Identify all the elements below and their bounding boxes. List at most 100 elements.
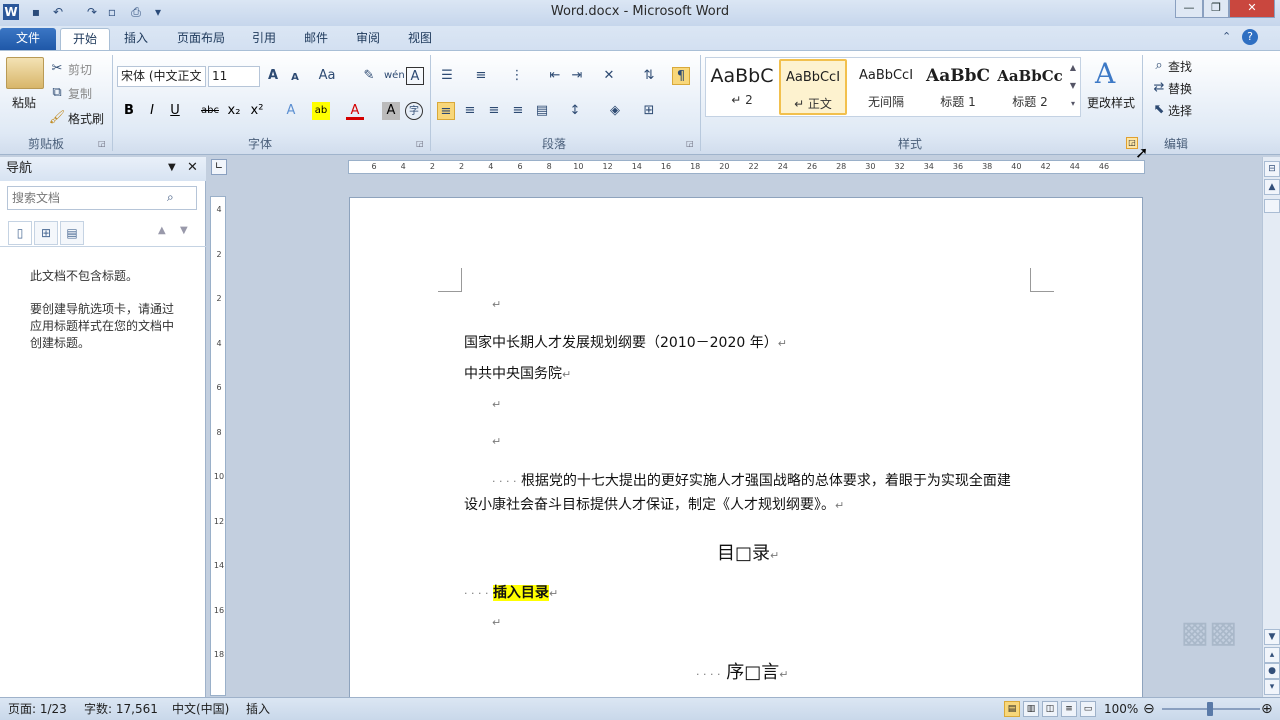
bullets-icon[interactable]: ☰	[438, 67, 456, 85]
distributed-icon[interactable]: ▤	[533, 102, 551, 120]
cut-button[interactable]: 剪切	[68, 61, 92, 78]
increase-indent-icon[interactable]: ⇥	[568, 67, 586, 85]
styles-scroll-icon[interactable]: ▲ ▼ ▾	[1067, 59, 1079, 115]
page-count[interactable]: 页面: 1/23	[8, 698, 67, 720]
zoom-level[interactable]: 100%	[1104, 698, 1138, 720]
tab-view[interactable]: 视图	[402, 28, 438, 50]
phonetic-guide-icon[interactable]: wén	[384, 67, 405, 85]
web-layout-icon[interactable]: ◫	[1042, 701, 1058, 717]
nav-tab-results-icon[interactable]: ▤	[60, 221, 84, 245]
nav-next-icon[interactable]: ▼	[180, 225, 188, 236]
change-styles-button[interactable]: 更改样式	[1087, 94, 1135, 111]
line-spacing-icon[interactable]: ↕	[566, 102, 584, 120]
zoom-in-icon[interactable]: ⊕	[1261, 698, 1273, 720]
chinese-layout-icon[interactable]: ✕	[600, 67, 618, 85]
font-name-combo[interactable]: 宋体 (中文正文	[117, 66, 206, 87]
grow-font-icon[interactable]: A	[264, 67, 282, 85]
paragraph-launcher-icon[interactable]: ◲	[686, 139, 694, 148]
view-ruler-icon[interactable]: ⊟	[1264, 161, 1280, 177]
align-center-icon[interactable]: ≡	[461, 102, 479, 120]
paste-icon[interactable]	[6, 57, 44, 89]
full-screen-reading-icon[interactable]: ▥	[1023, 701, 1039, 717]
scroll-up-icon[interactable]: ▲	[1264, 179, 1280, 195]
scroll-down-icon[interactable]: ▼	[1264, 629, 1280, 645]
align-left-icon[interactable]: ≡	[437, 102, 455, 120]
underline-icon[interactable]: U	[166, 102, 184, 120]
close-button[interactable]: ✕	[1229, 0, 1275, 18]
style-heading-2[interactable]: AaBbCc 标题 2	[996, 59, 1064, 115]
copy-button[interactable]: 复制	[68, 85, 92, 102]
help-icon[interactable]: ?	[1242, 29, 1258, 45]
bold-icon[interactable]: B	[120, 102, 138, 120]
highlight-icon[interactable]: ab	[312, 102, 330, 120]
enclose-char-icon[interactable]: 字	[405, 102, 423, 120]
tab-insert[interactable]: 插入	[118, 28, 154, 50]
clipboard-launcher-icon[interactable]: ◲	[98, 139, 106, 148]
tab-home[interactable]: 开始	[60, 28, 110, 50]
zoom-out-icon[interactable]: ⊖	[1143, 698, 1155, 720]
style-2[interactable]: AaBbC ↵ 2	[708, 59, 776, 115]
horizontal-ruler[interactable]: 6 4 2 2 4 6 8 10 12 14 16 18 20 22 24 26 28 30 32 34 36 38 40 4…	[348, 160, 1145, 174]
nav-close-icon[interactable]: ✕	[187, 160, 198, 175]
font-size-combo[interactable]: 11	[208, 66, 260, 87]
select-button[interactable]: 选择	[1168, 102, 1192, 119]
borders-icon[interactable]: ⊞	[640, 102, 658, 120]
tab-selector-icon[interactable]: ∟	[211, 159, 227, 175]
minimize-ribbon-icon[interactable]: ⌃	[1222, 30, 1231, 43]
superscript-icon[interactable]: x²	[248, 102, 266, 120]
browse-object-icon[interactable]: ●	[1264, 663, 1280, 679]
tab-references[interactable]: 引用	[246, 28, 282, 50]
zoom-slider-thumb[interactable]	[1207, 702, 1213, 716]
word-count[interactable]: 字数: 17,561	[84, 698, 158, 720]
subscript-icon[interactable]: x₂	[225, 102, 243, 120]
minimize-button[interactable]: —	[1175, 0, 1203, 18]
restore-button[interactable]: ❐	[1203, 0, 1229, 18]
tab-mailings[interactable]: 邮件	[298, 28, 334, 50]
show-marks-icon[interactable]: ¶	[672, 67, 690, 85]
align-right-icon[interactable]: ≡	[485, 102, 503, 120]
numbering-icon[interactable]: ≡	[472, 67, 490, 85]
style-heading-1[interactable]: AaBbC 标题 1	[924, 59, 992, 115]
outline-icon[interactable]: ≡	[1061, 701, 1077, 717]
nav-prev-icon[interactable]: ▲	[158, 225, 166, 236]
tab-page-layout[interactable]: 页面布局	[170, 28, 232, 50]
ruler-tick: 12	[602, 162, 613, 171]
document-page[interactable]: ↵ 国家中长期人才发展规划纲要（2010－2020 年）↵ 中共中央国务院↵ ↵…	[349, 197, 1143, 707]
find-button[interactable]: 查找	[1168, 58, 1192, 75]
multilevel-list-icon[interactable]: ⋮	[508, 67, 526, 85]
next-page-icon[interactable]: ▾	[1264, 679, 1280, 695]
nav-tab-pages-icon[interactable]: ⊞	[34, 221, 58, 245]
tab-review[interactable]: 审阅	[350, 28, 386, 50]
nav-tab-headings-icon[interactable]: ▯	[8, 221, 32, 245]
sort-icon[interactable]: ⇅	[640, 67, 658, 85]
tab-file[interactable]: 文件	[0, 28, 56, 50]
font-launcher-icon[interactable]: ◲	[416, 139, 424, 148]
vertical-ruler[interactable]: 4 2 2 4 6 8 10 12 14 16 18	[210, 196, 226, 696]
style-no-spacing[interactable]: AaBbCcI 无间隔	[852, 59, 920, 115]
nav-menu-icon[interactable]: ▼	[168, 162, 176, 173]
insert-mode[interactable]: 插入	[246, 698, 270, 720]
shrink-font-icon[interactable]: A	[286, 69, 304, 87]
clear-format-icon[interactable]: ✎	[360, 67, 378, 85]
strikethrough-icon[interactable]: abc	[201, 102, 219, 120]
justify-icon[interactable]: ≡	[509, 102, 527, 120]
style-normal[interactable]: AaBbCcI ↵ 正文	[779, 59, 847, 115]
draft-icon[interactable]: ▭	[1080, 701, 1096, 717]
italic-icon[interactable]: I	[143, 102, 161, 120]
char-border-icon[interactable]: A	[406, 67, 424, 85]
prev-page-icon[interactable]: ▴	[1264, 647, 1280, 663]
decrease-indent-icon[interactable]: ⇤	[546, 67, 564, 85]
char-shading-icon[interactable]: A	[382, 102, 400, 120]
font-color-icon[interactable]: A	[346, 102, 364, 120]
language[interactable]: 中文(中国)	[172, 698, 229, 720]
print-layout-icon[interactable]: ▤	[1004, 701, 1020, 717]
scroll-thumb[interactable]	[1264, 199, 1280, 213]
text-effects-icon[interactable]: A	[282, 102, 300, 120]
replace-button[interactable]: 替换	[1168, 80, 1192, 97]
paste-button[interactable]: 粘贴	[12, 94, 36, 111]
format-painter-button[interactable]: 格式刷	[68, 110, 104, 127]
change-case-icon[interactable]: Aa	[318, 67, 336, 85]
shading-icon[interactable]: ◈	[606, 102, 624, 120]
search-icon[interactable]: ⌕	[167, 190, 174, 205]
vertical-scrollbar[interactable]: ⊟ ▲ ▼ ▴ ● ▾	[1262, 157, 1280, 697]
